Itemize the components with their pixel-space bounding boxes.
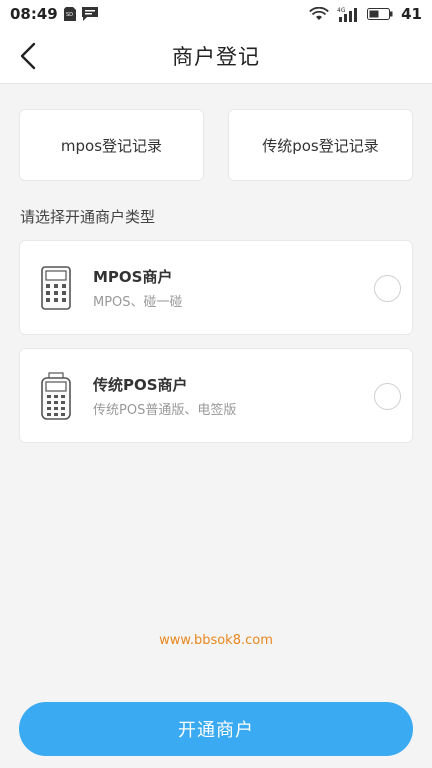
mpos-records-label: mpos登记记录 xyxy=(60,136,163,155)
merchant-type-mpos[interactable]: MPOS商户 MPOS、碰一碰 xyxy=(19,240,413,335)
record-buttons: mpos登记记录 传统pos登记记录 xyxy=(19,109,413,181)
sd-card-icon: SD xyxy=(63,7,76,21)
svg-text:SD: SD xyxy=(66,12,73,18)
traditional-pos-records-button[interactable]: 传统pos登记记录 xyxy=(228,109,413,181)
wifi-icon xyxy=(309,7,329,21)
mpos-records-button[interactable]: mpos登记记录 xyxy=(19,109,204,181)
merchant-type-title: MPOS商户 xyxy=(93,267,173,286)
merchant-type-description: MPOS、碰一碰 xyxy=(93,294,183,310)
calculator-icon xyxy=(38,264,74,312)
message-icon xyxy=(81,7,98,21)
mpos-radio[interactable] xyxy=(374,275,401,302)
traditional-pos-records-label: 传统pos登记记录 xyxy=(262,136,379,155)
traditional-pos-radio[interactable] xyxy=(374,383,401,410)
status-time: 08:49 xyxy=(10,5,58,23)
watermark: www.bbsok8.com xyxy=(159,633,273,648)
merchant-type-description: 传统POS普通版、电签版 xyxy=(93,402,237,418)
network-label: 4G xyxy=(337,7,346,14)
battery-icon xyxy=(367,8,393,20)
header: 商户登记 xyxy=(0,28,432,84)
battery-level: 41 xyxy=(401,5,422,23)
signal-icon: 4G xyxy=(337,6,359,22)
back-arrow-icon xyxy=(20,42,36,70)
open-merchant-label: 开通商户 xyxy=(178,720,254,741)
open-merchant-button[interactable]: 开通商户 xyxy=(19,702,413,756)
merchant-type-traditional-pos[interactable]: 传统POS商户 传统POS普通版、电签版 xyxy=(19,348,413,443)
back-button[interactable] xyxy=(10,38,46,74)
page-title: 商户登记 xyxy=(172,44,260,69)
merchant-type-title: 传统POS商户 xyxy=(93,375,188,394)
pos-terminal-icon xyxy=(38,371,74,420)
section-label: 请选择开通商户类型 xyxy=(20,208,156,226)
status-bar: 08:49 SD 4G 41 xyxy=(0,0,432,28)
